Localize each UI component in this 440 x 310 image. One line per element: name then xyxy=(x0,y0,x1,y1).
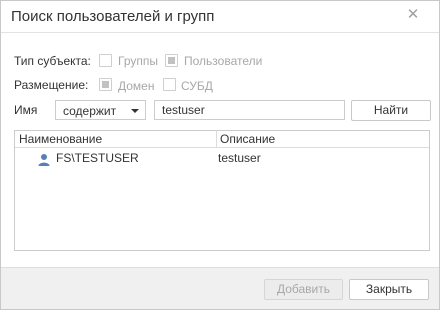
results-header: Наименование Описание xyxy=(15,131,429,148)
chevron-down-icon xyxy=(131,109,139,113)
close-button[interactable]: Закрыть xyxy=(349,279,429,300)
name-search-input[interactable] xyxy=(154,100,345,120)
close-icon[interactable]: ✕ xyxy=(406,7,420,22)
dbms-checkbox[interactable] xyxy=(163,78,176,91)
dialog-titlebar: Поиск пользователей и групп ✕ xyxy=(1,1,439,33)
users-checkbox-label: Пользователи xyxy=(184,54,263,68)
row-name-cell: FS\TESTUSER xyxy=(56,151,139,165)
groups-checkbox-label: Группы xyxy=(118,54,158,68)
find-button[interactable]: Найти xyxy=(351,100,431,121)
table-row[interactable]: FS\TESTUSER testuser xyxy=(15,150,429,168)
domain-checkbox[interactable] xyxy=(99,78,112,91)
add-button[interactable]: Добавить xyxy=(264,279,343,300)
user-icon xyxy=(38,154,50,166)
name-label: Имя xyxy=(14,103,38,117)
results-table: Наименование Описание FS\TESTUSER testus… xyxy=(14,130,430,251)
users-checkbox[interactable] xyxy=(165,54,178,67)
dialog-title: Поиск пользователей и групп xyxy=(11,8,215,25)
dbms-checkbox-label: СУБД xyxy=(181,79,213,93)
dialog-footer: Добавить Закрыть xyxy=(1,267,439,309)
groups-checkbox[interactable] xyxy=(99,54,112,67)
column-divider[interactable] xyxy=(216,131,217,147)
row-description-cell: testuser xyxy=(218,151,261,165)
condition-select-value: содержит xyxy=(63,104,117,118)
placement-label: Размещение: xyxy=(14,78,89,92)
column-header-description: Описание xyxy=(220,132,276,146)
condition-select[interactable]: содержит xyxy=(55,100,146,120)
search-users-groups-dialog: Поиск пользователей и групп ✕ Тип субъек… xyxy=(0,0,440,310)
column-header-name: Наименование xyxy=(19,132,103,146)
subject-type-label: Тип субъекта: xyxy=(14,54,91,68)
domain-checkbox-label: Домен xyxy=(118,79,155,93)
